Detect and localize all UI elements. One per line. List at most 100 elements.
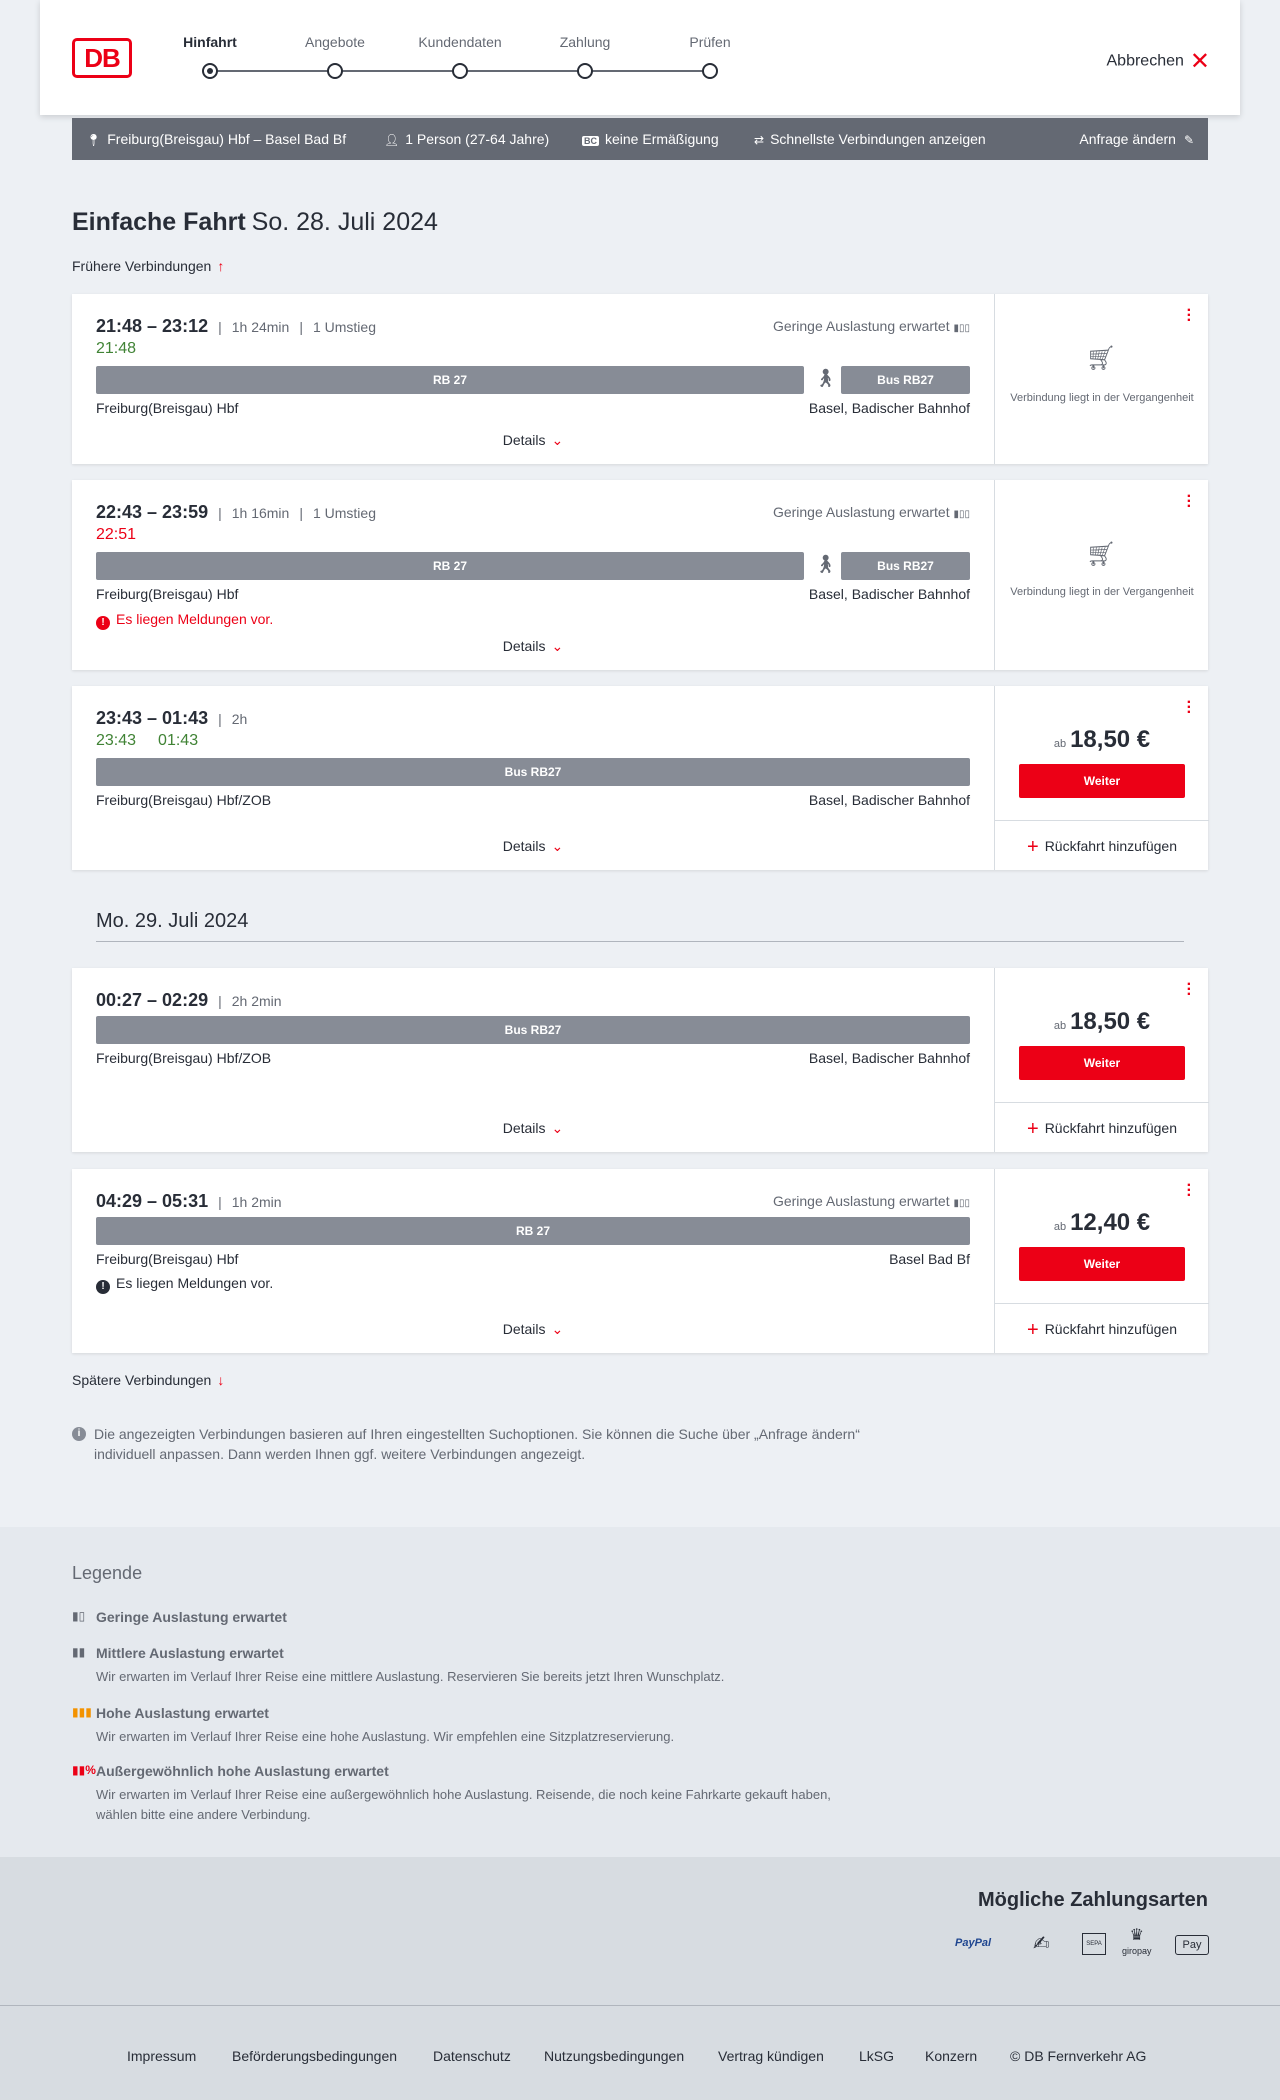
continue-button[interactable]: Weiter	[1019, 1046, 1185, 1080]
later-connections-link[interactable]: Spätere Verbindungen ↓	[72, 1372, 224, 1388]
connection-card[interactable]: 00:27 – 02:29 | 2h 2min Bus RB27 Freiburg(…	[72, 968, 1209, 1152]
legend-item-title: Mittlere Auslastung erwartet	[96, 1645, 284, 1661]
duration: 1h 16min	[231, 505, 290, 521]
details-toggle[interactable]: Details ⌄	[72, 1120, 994, 1137]
details-label: Details	[502, 838, 546, 854]
passengers-text: 1 Person (27-64 Jahre)	[405, 131, 550, 147]
message-text: Es liegen Meldungen vor.	[116, 611, 274, 627]
past-connection-note: Verbindung liegt in der Vergangenheit	[1010, 586, 1194, 598]
footer-link-kuendigen[interactable]: Vertrag kündigen	[718, 2048, 824, 2064]
duration: 1h 24min	[231, 319, 290, 335]
walking-icon: 🚶︎	[814, 368, 837, 388]
step-hinfahrt[interactable]: Hinfahrt	[150, 34, 270, 50]
price-prefix: ab	[1053, 1221, 1067, 1233]
footer: Impressum Beförderungsbedingungen Datens…	[0, 2005, 1280, 2100]
transfers: 1 Umstieg	[312, 319, 376, 335]
bus-segment-bar: Bus RB27	[841, 366, 970, 394]
step-kundendaten: Kundendaten	[418, 34, 502, 50]
add-return-label: Rückfahrt hinzufügen	[1044, 838, 1177, 854]
time-range: 04:29 – 05:31	[96, 1191, 209, 1211]
arrival-station: Basel Bad Bf	[889, 1251, 970, 1267]
arrival-station: Basel, Badischer Bahnhof	[808, 792, 970, 808]
realtime-departure: 23:43	[96, 732, 137, 749]
connection-card[interactable]: 04:29 – 05:31 | 1h 2min Geringe Auslastung…	[72, 1169, 1209, 1353]
connection-card[interactable]: 22:43 – 23:59 | 1h 16min | 1 Umstieg 22:51 G…	[72, 480, 1208, 670]
offer-area: · · · ab 18,50 € Weiter + Rückfahrt hinzufüg…	[994, 686, 1209, 870]
add-return-label: Rückfahrt hinzufügen	[1044, 1321, 1177, 1337]
discount-item: BC keine Ermäßigung	[582, 131, 719, 147]
earlier-connections-link[interactable]: Frühere Verbindungen ↑	[72, 258, 224, 274]
add-return-label: Rückfahrt hinzufügen	[1044, 1120, 1177, 1136]
step-dot-hinfahrt	[202, 63, 218, 79]
details-label: Details	[502, 432, 546, 448]
realtime-times: 23:43 01:43	[96, 732, 198, 750]
giropay-icon: ♛ giropay	[1122, 1927, 1152, 1957]
step-pruefen: Prüfen	[689, 34, 731, 50]
step-zahlung: Zahlung	[559, 34, 611, 50]
cancel-label: Abbrechen	[1106, 52, 1184, 70]
change-request-button[interactable]: Anfrage ändern ✎	[1079, 131, 1194, 147]
add-return-trip-button[interactable]: + Rückfahrt hinzufügen	[995, 1303, 1209, 1353]
legend-item-title: Außergewöhnlich hohe Auslastung erwartet	[96, 1763, 389, 1779]
connection-card[interactable]: 23:43 – 01:43 | 2h 23:43 01:43 Bus RB27 Fre…	[72, 686, 1209, 870]
footer-link-lksg[interactable]: LkSG	[859, 2048, 894, 2064]
offer-area: · · · ab 12,40 € Weiter + Rückfahrt hinzufüg…	[994, 1169, 1209, 1353]
legend-item-high: ▮▮▮ Hohe Auslastung erwartet Wir erwarten…	[72, 1705, 872, 1747]
continue-button[interactable]: Weiter	[1019, 764, 1185, 798]
swap-icon: ⇄	[754, 133, 765, 147]
arrival-station: Basel, Badischer Bahnhof	[808, 586, 970, 602]
connection-details-area: 21:48 – 23:12 | 1h 24min | 1 Umstieg 21:48 G…	[72, 294, 994, 464]
details-toggle[interactable]: Details ⌄	[72, 432, 994, 449]
more-options-icon[interactable]: · · ·	[1187, 977, 1192, 1003]
price: ab 18,50 €	[995, 726, 1209, 754]
details-label: Details	[502, 638, 546, 654]
load-indicator: Geringe Auslastung erwartet ▮▯▯	[773, 318, 970, 334]
chevron-down-icon: ⌄	[551, 432, 564, 448]
route-item: 📍︎ Freiburg(Breisgau) Hbf – Basel Bad Bf	[86, 131, 346, 147]
close-icon: ✕	[1189, 48, 1210, 75]
time-range: 21:48 – 23:12	[96, 316, 209, 336]
details-toggle[interactable]: Details ⌄	[72, 638, 994, 655]
footer-link-befoerderung[interactable]: Beförderungsbedingungen	[232, 2048, 397, 2064]
search-summary-bar: 📍︎ Freiburg(Breisgau) Hbf – Basel Bad Bf …	[72, 118, 1208, 160]
connection-details-area: 04:29 – 05:31 | 1h 2min Geringe Auslastung…	[72, 1169, 994, 1353]
legend-item-medium: ▮▮ Mittlere Auslastung erwartet Wir erwar…	[72, 1645, 872, 1687]
db-logo[interactable]: DB	[72, 38, 132, 78]
earlier-label: Frühere Verbindungen	[72, 258, 212, 274]
bus-segment-bar: Bus RB27	[96, 758, 970, 786]
arrow-down-icon: ↓	[217, 1372, 225, 1388]
connection-card[interactable]: 21:48 – 23:12 | 1h 24min | 1 Umstieg 21:48 G…	[72, 294, 1208, 464]
legend-item-very-high: ▮▮% Außergewöhnlich hohe Auslastung erwar…	[72, 1763, 852, 1825]
price-value: 18,50 €	[1070, 1008, 1151, 1035]
disruption-message: ! Es liegen Meldungen vor.	[96, 1275, 273, 1294]
details-toggle[interactable]: Details ⌄	[72, 838, 994, 855]
bus-segment-bar: Bus RB27	[841, 552, 970, 580]
footer-copyright: © DB Fernverkehr AG	[1010, 2048, 1147, 2064]
price-value: 18,50 €	[1070, 726, 1151, 753]
footer-link-nutzung[interactable]: Nutzungsbedingungen	[544, 2048, 684, 2064]
chevron-down-icon: ⌄	[551, 838, 564, 854]
legend-section: Legende ▮▯ Geringe Auslastung erwartet ▮▮…	[0, 1527, 1280, 1857]
low-load-icon: ▮▯▯	[953, 1198, 970, 1209]
more-options-icon[interactable]: · · ·	[1187, 1178, 1192, 1204]
details-toggle[interactable]: Details ⌄	[72, 1321, 994, 1338]
more-options-icon[interactable]: · · ·	[1187, 489, 1192, 515]
info-icon: i	[72, 1427, 86, 1441]
paypal-icon: PayPal	[955, 1937, 992, 1949]
past-connection-note: Verbindung liegt in der Vergangenheit	[1010, 392, 1194, 404]
add-return-trip-button[interactable]: + Rückfahrt hinzufügen	[995, 1102, 1209, 1152]
footer-link-konzern[interactable]: Konzern	[925, 2048, 977, 2064]
chevron-down-icon: ⌄	[551, 638, 564, 654]
fastest-text: Schnellste Verbindungen anzeigen	[770, 131, 986, 147]
load-indicator: Geringe Auslastung erwartet ▮▯▯	[773, 504, 970, 520]
realtime-departure: 22:51	[96, 526, 137, 543]
more-options-icon[interactable]: · · ·	[1187, 303, 1192, 329]
apple-pay-icon: Pay	[1175, 1935, 1209, 1955]
more-options-icon[interactable]: · · ·	[1187, 695, 1192, 721]
add-return-trip-button[interactable]: + Rückfahrt hinzufügen	[995, 820, 1209, 870]
continue-button[interactable]: Weiter	[1019, 1247, 1185, 1281]
footer-link-datenschutz[interactable]: Datenschutz	[433, 2048, 511, 2064]
cancel-button[interactable]: Abbrechen ✕	[1107, 47, 1211, 76]
footer-link-impressum[interactable]: Impressum	[127, 2048, 196, 2064]
legend-item-desc: Wir erwarten im Verlauf Ihrer Reise eine…	[96, 1729, 675, 1744]
